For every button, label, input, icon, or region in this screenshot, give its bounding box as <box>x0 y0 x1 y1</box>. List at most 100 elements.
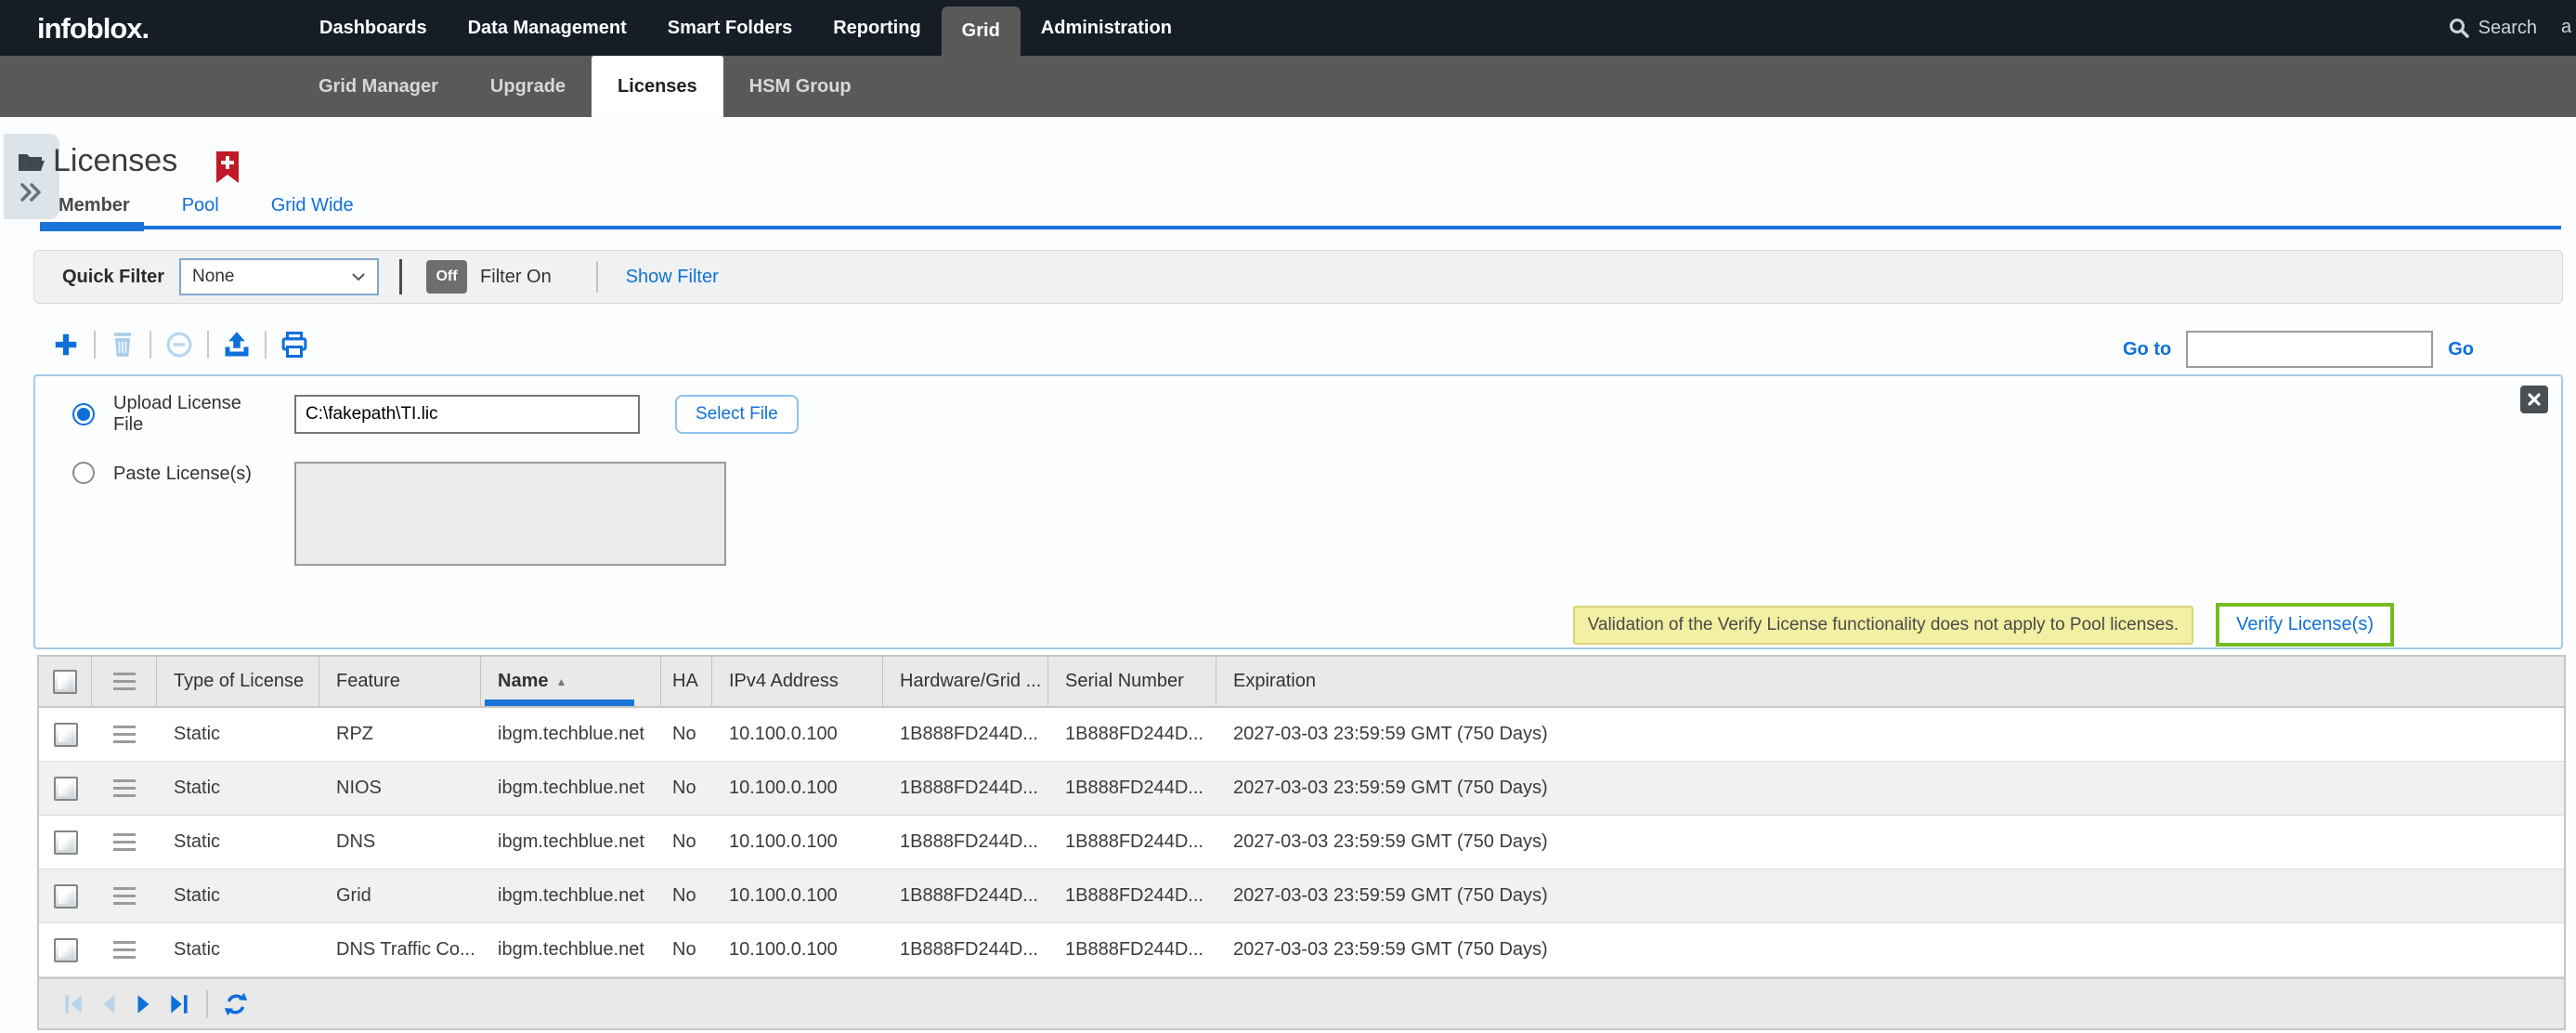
nav-item-smart-folders[interactable]: Smart Folders <box>647 0 813 56</box>
upload-file-radio[interactable] <box>72 403 95 425</box>
bookmark-add-icon[interactable] <box>215 150 240 184</box>
cell-expiration: 2027-03-03 23:59:59 GMT (750 Days) <box>1216 885 2564 907</box>
cell-expiration: 2027-03-03 23:59:59 GMT (750 Days) <box>1216 831 2564 853</box>
restrict-button[interactable] <box>165 331 193 359</box>
circle-minus-icon <box>165 331 193 359</box>
tab-grid-wide[interactable]: Grid Wide <box>271 195 354 224</box>
header-select-all-cell <box>39 657 92 706</box>
column-header-ipv4[interactable]: IPv4 Address <box>712 657 883 706</box>
nav-item-grid[interactable]: Grid <box>942 7 1021 56</box>
row-checkbox[interactable] <box>54 884 78 909</box>
license-file-path-input[interactable] <box>294 395 640 434</box>
upload-button[interactable] <box>223 331 251 359</box>
row-menu-icon[interactable] <box>113 779 136 797</box>
row-menu-icon[interactable] <box>113 941 136 959</box>
column-header-feature[interactable]: Feature <box>319 657 481 706</box>
paste-license-textarea[interactable] <box>294 462 726 566</box>
select-file-button[interactable]: Select File <box>675 395 799 434</box>
cell-type-of-license: Static <box>157 885 319 907</box>
cell-name: ibgm.techblue.net <box>481 831 661 853</box>
collapsed-finder-panel[interactable] <box>4 134 59 219</box>
divider <box>207 331 209 359</box>
cell-type-of-license: Static <box>157 831 319 853</box>
row-checkbox[interactable] <box>54 723 78 747</box>
divider <box>150 331 151 359</box>
quick-filter-dropdown[interactable]: None <box>179 258 379 295</box>
table-pagination <box>39 977 2564 1028</box>
subnav-item-licenses[interactable]: Licenses <box>592 56 723 117</box>
folder-icon <box>18 151 46 174</box>
refresh-icon <box>223 991 249 1017</box>
panel-actions: Validation of the Verify License functio… <box>1573 603 2394 647</box>
row-checkbox[interactable] <box>54 938 78 962</box>
next-page-button[interactable] <box>132 992 156 1016</box>
table-row[interactable]: Static NIOS ibgm.techblue.net No 10.100.… <box>39 762 2564 816</box>
row-select-cell <box>39 884 92 909</box>
subnav-item-hsm-group[interactable]: HSM Group <box>723 56 878 117</box>
cell-ha: No <box>661 724 712 745</box>
nav-item-reporting[interactable]: Reporting <box>813 0 941 56</box>
paste-license-radio[interactable] <box>72 462 95 484</box>
row-checkbox[interactable] <box>54 830 78 855</box>
nav-item-administration[interactable]: Administration <box>1021 0 1192 56</box>
column-header-ha[interactable]: HA <box>661 657 712 706</box>
table-row[interactable]: Static DNS ibgm.techblue.net No 10.100.0… <box>39 816 2564 870</box>
table-row[interactable]: Static Grid ibgm.techblue.net No 10.100.… <box>39 870 2564 923</box>
sub-nav: Grid Manager Upgrade Licenses HSM Group <box>0 56 2576 117</box>
row-menu-icon[interactable] <box>113 726 136 743</box>
nav-item-data-management[interactable]: Data Management <box>448 0 647 56</box>
subnav-item-upgrade[interactable]: Upgrade <box>464 56 592 117</box>
close-panel-button[interactable] <box>2520 386 2548 413</box>
go-button[interactable]: Go <box>2448 339 2474 360</box>
global-search[interactable]: Search <box>2448 0 2537 56</box>
top-nav-menu: Dashboards Data Management Smart Folders… <box>299 0 1192 56</box>
tab-underline <box>40 226 2561 229</box>
goto-controls: Go to Go <box>2123 331 2474 368</box>
column-header-hardware[interactable]: Hardware/Grid ... <box>883 657 1048 706</box>
table-row[interactable]: Static RPZ ibgm.techblue.net No 10.100.0… <box>39 708 2564 762</box>
column-header-type[interactable]: Type of License <box>157 657 319 706</box>
column-header-serial[interactable]: Serial Number <box>1048 657 1216 706</box>
checkbox-inner <box>59 943 73 958</box>
chevron-down-icon <box>351 272 366 281</box>
previous-page-button[interactable] <box>97 992 121 1016</box>
tab-member[interactable]: Member <box>59 195 130 224</box>
last-page-button[interactable] <box>167 992 191 1016</box>
cell-name: ibgm.techblue.net <box>481 885 661 907</box>
add-button[interactable] <box>52 331 80 359</box>
quick-filter-value: None <box>192 267 234 287</box>
verify-licenses-button[interactable]: Verify License(s) <box>2216 603 2394 647</box>
refresh-button[interactable] <box>223 991 249 1017</box>
divider <box>94 331 96 359</box>
goto-input[interactable] <box>2186 331 2433 368</box>
subnav-item-grid-manager[interactable]: Grid Manager <box>293 56 464 117</box>
upload-license-panel: Upload License File Select File Paste Li… <box>33 374 2563 649</box>
show-filter-link[interactable]: Show Filter <box>626 267 719 288</box>
table-menu-icon[interactable] <box>113 673 136 690</box>
table-header: Type of License Feature Name ▲ HA IPv4 A… <box>39 657 2564 708</box>
row-menu-cell <box>92 887 157 905</box>
first-page-button[interactable] <box>61 992 85 1016</box>
last-page-icon <box>167 992 191 1016</box>
print-button[interactable] <box>280 331 308 359</box>
cell-type-of-license: Static <box>157 939 319 961</box>
select-all-checkbox[interactable] <box>53 670 77 694</box>
license-table: Type of License Feature Name ▲ HA IPv4 A… <box>37 655 2566 1030</box>
cell-expiration: 2027-03-03 23:59:59 GMT (750 Days) <box>1216 778 2564 799</box>
username-partial: a <box>2561 17 2571 38</box>
column-header-expiration[interactable]: Expiration <box>1216 657 2564 706</box>
cell-ipv4-address: 10.100.0.100 <box>712 939 883 961</box>
delete-button[interactable] <box>110 331 136 359</box>
row-menu-cell <box>92 726 157 743</box>
row-menu-icon[interactable] <box>113 887 136 905</box>
table-row[interactable]: Static DNS Traffic Co... ibgm.techblue.n… <box>39 923 2564 977</box>
filter-toggle-button[interactable]: Off <box>426 260 467 294</box>
previous-page-icon <box>97 992 121 1016</box>
tab-pool[interactable]: Pool <box>182 195 219 224</box>
row-checkbox[interactable] <box>54 777 78 801</box>
screen: infoblox. Dashboards Data Management Sma… <box>0 0 2576 1033</box>
column-header-name[interactable]: Name ▲ <box>481 657 661 706</box>
nav-item-dashboards[interactable]: Dashboards <box>299 0 448 56</box>
row-menu-icon[interactable] <box>113 833 136 851</box>
plus-icon <box>52 331 80 359</box>
